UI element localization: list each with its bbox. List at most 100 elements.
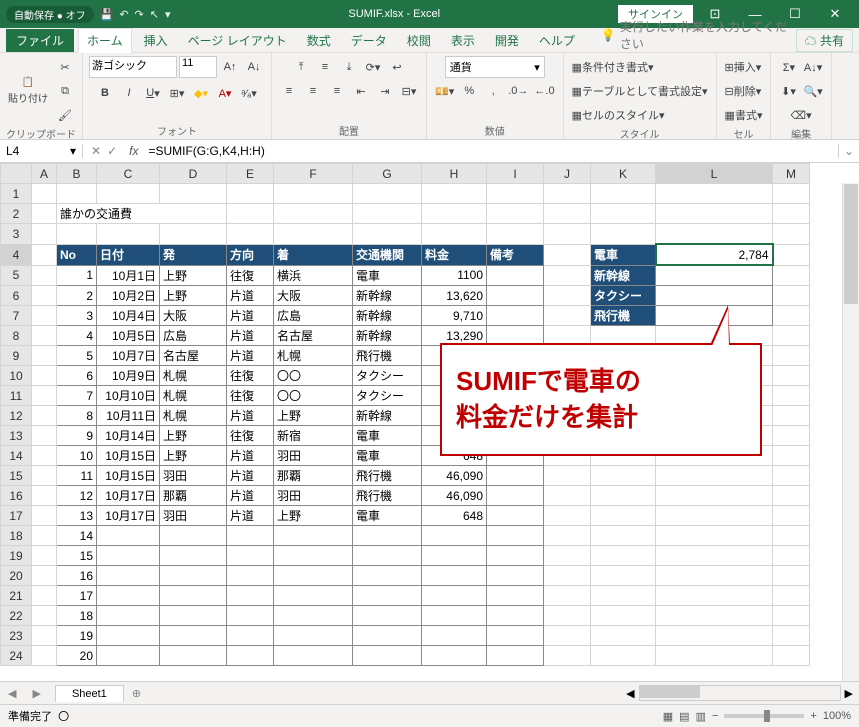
tab-help[interactable]: ヘルプ	[531, 29, 583, 52]
cell[interactable]: 備考	[487, 244, 544, 265]
cell[interactable]: 片道	[227, 346, 274, 366]
align-middle-icon[interactable]: ≡	[314, 56, 336, 78]
cell[interactable]	[227, 184, 274, 204]
zoom-level[interactable]: 100%	[823, 710, 851, 722]
cell[interactable]	[274, 646, 353, 666]
cell[interactable]	[32, 526, 57, 546]
cell[interactable]: 11	[57, 466, 97, 486]
cell[interactable]	[32, 546, 57, 566]
cell[interactable]: 片道	[227, 406, 274, 426]
cell[interactable]: 46,090	[422, 466, 487, 486]
cell[interactable]	[422, 184, 487, 204]
cell[interactable]: 9	[57, 426, 97, 446]
cell[interactable]: 飛行機	[591, 306, 656, 326]
cell[interactable]	[422, 526, 487, 546]
cell[interactable]	[353, 204, 422, 224]
cell[interactable]	[656, 224, 773, 245]
cell[interactable]	[773, 326, 810, 346]
cell-styles-button[interactable]: ▦ セルのスタイル ▾	[570, 104, 667, 126]
cell[interactable]: 5	[57, 346, 97, 366]
wrap-text-icon[interactable]: ↩	[386, 56, 408, 78]
cell[interactable]	[656, 466, 773, 486]
copy-icon[interactable]: ⧉	[54, 80, 76, 102]
cell[interactable]	[544, 646, 591, 666]
cell[interactable]: 上野	[160, 286, 227, 306]
cell[interactable]	[32, 406, 57, 426]
cell[interactable]	[591, 184, 656, 204]
cell[interactable]	[160, 546, 227, 566]
row-header[interactable]: 2	[1, 204, 32, 224]
cell[interactable]	[591, 646, 656, 666]
cell[interactable]	[591, 626, 656, 646]
cell[interactable]	[57, 224, 97, 245]
tab-formulas[interactable]: 数式	[299, 29, 339, 52]
cell[interactable]: 10月15日	[97, 466, 160, 486]
cell[interactable]: 10月4日	[97, 306, 160, 326]
col-header[interactable]: K	[591, 164, 656, 184]
row-header[interactable]: 19	[1, 546, 32, 566]
close-icon[interactable]: ✕	[817, 6, 853, 22]
cell[interactable]	[487, 646, 544, 666]
name-box[interactable]: L4▾	[0, 144, 83, 158]
cell[interactable]: 着	[274, 244, 353, 265]
cell[interactable]	[656, 526, 773, 546]
row-header[interactable]: 17	[1, 506, 32, 526]
save-icon[interactable]: 💾	[100, 8, 114, 21]
cell[interactable]	[160, 626, 227, 646]
cell[interactable]	[274, 204, 353, 224]
cell[interactable]: 46,090	[422, 486, 487, 506]
cell[interactable]	[591, 466, 656, 486]
clear-icon[interactable]: ⌫▾	[789, 104, 814, 126]
cell[interactable]: 新幹線	[591, 265, 656, 286]
cell[interactable]	[487, 626, 544, 646]
sheet-nav-next-icon[interactable]: ▶	[24, 687, 48, 700]
fx-icon[interactable]: fx	[125, 144, 142, 158]
cell[interactable]	[773, 306, 810, 326]
cell[interactable]	[32, 184, 57, 204]
cell[interactable]: 羽田	[160, 466, 227, 486]
bold-button[interactable]: B	[94, 82, 116, 104]
pointer-icon[interactable]: ↖	[150, 8, 159, 21]
cell[interactable]	[32, 566, 57, 586]
cell[interactable]	[422, 204, 487, 224]
cell[interactable]	[227, 606, 274, 626]
cell[interactable]	[773, 606, 810, 626]
cell[interactable]	[544, 286, 591, 306]
percent-icon[interactable]: %	[458, 80, 480, 102]
sort-filter-icon[interactable]: A↓▾	[802, 56, 824, 78]
enter-formula-icon[interactable]: ✓	[107, 144, 117, 158]
row-header[interactable]: 18	[1, 526, 32, 546]
cell[interactable]	[97, 566, 160, 586]
cell[interactable]	[773, 286, 810, 306]
cell[interactable]	[57, 184, 97, 204]
cell[interactable]	[544, 184, 591, 204]
cell[interactable]	[487, 204, 544, 224]
cell[interactable]: タクシー	[353, 366, 422, 386]
cell[interactable]	[544, 265, 591, 286]
cell[interactable]: タクシー	[591, 286, 656, 306]
tab-review[interactable]: 校閲	[399, 29, 439, 52]
cell[interactable]	[353, 586, 422, 606]
undo-icon[interactable]: ↶	[119, 8, 128, 21]
cell[interactable]	[544, 506, 591, 526]
redo-icon[interactable]: ↷	[135, 8, 144, 21]
cell[interactable]: 〇〇	[274, 386, 353, 406]
col-header[interactable]: I	[487, 164, 544, 184]
cell[interactable]	[32, 586, 57, 606]
autosum-icon[interactable]: Σ▾	[778, 56, 800, 78]
cell[interactable]	[487, 546, 544, 566]
border-button[interactable]: ⊞▾	[166, 82, 188, 104]
cell[interactable]: 2	[57, 286, 97, 306]
cell[interactable]: 上野	[160, 265, 227, 286]
cell[interactable]: 新幹線	[353, 406, 422, 426]
font-color-button[interactable]: A▾	[214, 82, 236, 104]
cell[interactable]: 札幌	[274, 346, 353, 366]
cell[interactable]: 10月7日	[97, 346, 160, 366]
cell[interactable]: 札幌	[160, 386, 227, 406]
cell[interactable]: 上野	[274, 506, 353, 526]
cell[interactable]	[656, 566, 773, 586]
cell[interactable]: 新幹線	[353, 326, 422, 346]
cell[interactable]	[591, 224, 656, 245]
cell[interactable]	[487, 306, 544, 326]
cell[interactable]	[160, 224, 227, 245]
